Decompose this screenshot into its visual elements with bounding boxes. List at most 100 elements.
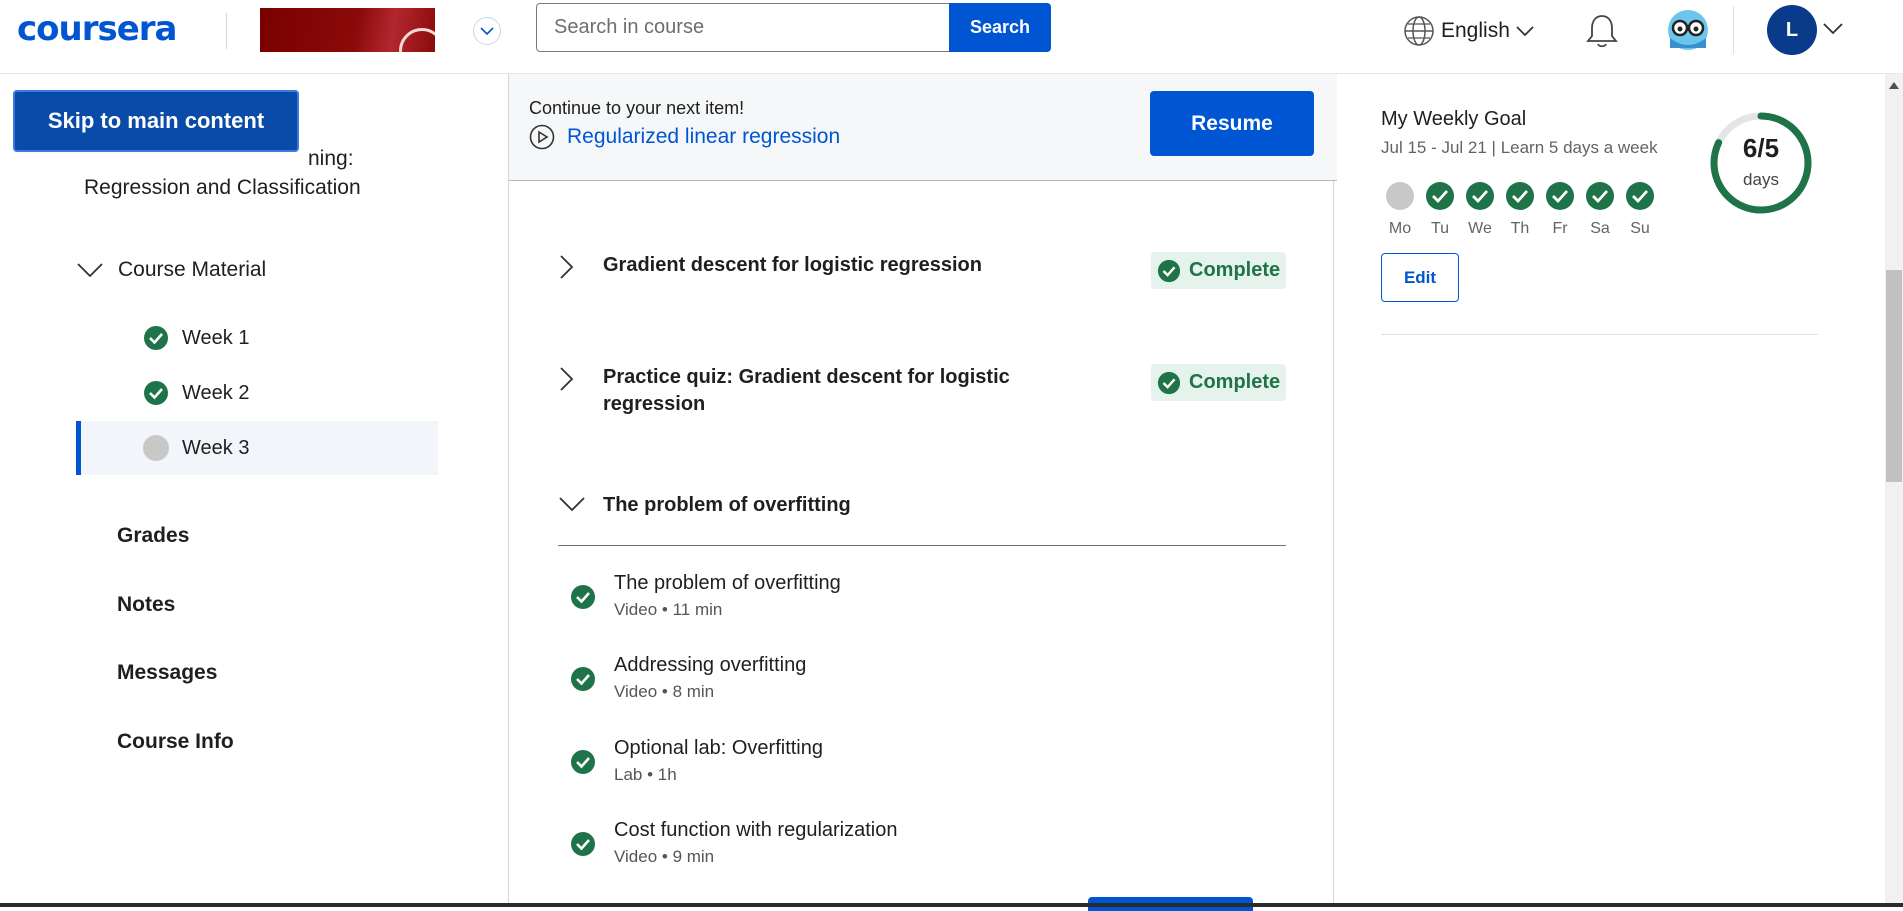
partner-logo[interactable] (260, 8, 435, 52)
day-label: Th (1510, 220, 1530, 237)
sidebar-item-notes[interactable]: Notes (117, 593, 175, 617)
item-meta: Lab • 1h (614, 765, 677, 784)
scrollbar-thumb[interactable] (1886, 270, 1902, 482)
resume-button[interactable]: Resume (1150, 91, 1314, 156)
day-label: Mo (1388, 220, 1412, 237)
course-title-partial: ning: (308, 147, 354, 170)
day-complete-check-icon (1426, 182, 1454, 210)
complete-label: Complete (1189, 259, 1281, 281)
complete-check-icon (570, 735, 614, 780)
list-item[interactable]: The problem of overfitting Video • 11 mi… (570, 570, 841, 620)
scroll-up-arrow-icon[interactable] (1889, 76, 1899, 94)
item-name: Addressing overfitting (614, 654, 807, 676)
chevron-down-icon (558, 492, 603, 517)
notifications-bell-icon[interactable] (1584, 12, 1620, 55)
day-complete-check-icon (1466, 182, 1494, 210)
complete-check-icon (1157, 259, 1181, 282)
complete-check-icon (1157, 371, 1181, 394)
search-button[interactable]: Search (949, 3, 1051, 52)
resume-banner: Continue to your next item! Regularized … (509, 74, 1337, 181)
user-avatar[interactable]: L (1767, 5, 1817, 55)
complete-check-icon (143, 325, 169, 357)
globe-icon (1404, 16, 1434, 46)
day-complete-check-icon (1626, 182, 1654, 210)
content-left-border (508, 74, 509, 907)
goal-progress-value: 6/5 (1742, 133, 1780, 163)
complete-badge: Complete (1151, 252, 1286, 289)
sidebar-item-week-3[interactable]: Week 3 (76, 421, 438, 475)
complete-check-icon (143, 380, 169, 412)
play-circle-icon (529, 124, 555, 150)
content-right-border (1333, 180, 1334, 907)
item-meta: Video • 9 min (614, 847, 715, 866)
panel-divider (1381, 334, 1818, 335)
complete-check-icon (570, 652, 614, 697)
section-title: The problem of overfitting (603, 494, 851, 516)
scrollbar[interactable] (1885, 74, 1903, 903)
partner-menu-chevron-icon[interactable] (473, 17, 501, 45)
day-complete-check-icon (1546, 182, 1574, 210)
header-divider (226, 13, 227, 49)
language-selector[interactable]: English (1403, 14, 1534, 48)
course-material-label: Course Material (118, 258, 267, 281)
course-title-line2: Regression and Classification (84, 176, 361, 199)
day-label: Sa (1590, 220, 1610, 237)
day-th: Th (1505, 181, 1535, 238)
item-meta: Video • 11 min (614, 600, 723, 619)
day-label: Fr (1552, 220, 1568, 237)
goal-progress-unit: days (1743, 170, 1779, 189)
week-label: Week 3 (182, 436, 250, 459)
user-menu-chevron-icon[interactable] (1823, 22, 1843, 40)
chevron-right-icon (558, 252, 603, 285)
day-complete-check-icon (1586, 182, 1614, 210)
weekly-goal-subtitle: Jul 15 - Jul 21 | Learn 5 days a week (1381, 138, 1658, 157)
item-name: Optional lab: Overfitting (614, 737, 823, 759)
search-input[interactable]: Search in course (536, 3, 950, 52)
lesson-row[interactable]: Practice quiz: Gradient descent for logi… (558, 364, 1053, 418)
complete-check-icon (570, 817, 614, 862)
week-label: Week 1 (182, 326, 250, 349)
coursera-logo[interactable]: coursera (17, 9, 177, 49)
top-header: coursera Search in course Search English (0, 0, 1903, 74)
incomplete-circle-icon (143, 435, 169, 467)
day-fr: Fr (1545, 181, 1575, 238)
item-name: The problem of overfitting (614, 572, 841, 594)
section-header[interactable]: The problem of overfitting (558, 492, 1053, 519)
window-bottom-edge (0, 903, 1903, 907)
day-mo: Mo (1385, 181, 1415, 238)
sidebar-item-week-1[interactable]: Week 1 (76, 311, 438, 365)
edit-goal-button[interactable]: Edit (1381, 253, 1459, 302)
day-su: Su (1625, 181, 1655, 238)
next-item-title: Regularized linear regression (567, 125, 841, 148)
list-item[interactable]: Addressing overfitting Video • 8 min (570, 652, 806, 702)
learner-mascot-icon[interactable] (1666, 8, 1710, 57)
next-item-link[interactable]: Regularized linear regression (529, 124, 840, 150)
language-label: English (1441, 19, 1510, 42)
day-we: We (1465, 181, 1495, 238)
weekly-goal-title: My Weekly Goal (1381, 108, 1527, 130)
sidebar-item-course-info[interactable]: Course Info (117, 730, 234, 754)
item-name: Cost function with regularization (614, 819, 898, 841)
week-label: Week 2 (182, 381, 250, 404)
list-item[interactable]: Cost function with regularization Video … (570, 817, 897, 867)
header-divider-right (1733, 6, 1734, 54)
list-item[interactable]: Optional lab: Overfitting Lab • 1h (570, 735, 823, 785)
sidebar-item-messages[interactable]: Messages (117, 661, 217, 685)
complete-check-icon (570, 570, 614, 615)
day-sa: Sa (1585, 181, 1615, 238)
day-label: Tu (1430, 220, 1450, 237)
course-material-toggle[interactable]: Course Material (76, 258, 266, 282)
day-complete-check-icon (1506, 182, 1534, 210)
item-meta: Video • 8 min (614, 682, 715, 701)
sidebar-item-grades[interactable]: Grades (117, 524, 189, 548)
lesson-title: Gradient descent for logistic regression (603, 254, 982, 276)
chevron-right-icon (558, 364, 603, 397)
sidebar-item-week-2[interactable]: Week 2 (76, 366, 438, 420)
lesson-title: Practice quiz: Gradient descent for logi… (603, 366, 1010, 415)
skip-to-main-content-button[interactable]: Skip to main content (13, 90, 299, 152)
day-label: We (1468, 220, 1492, 237)
day-tu: Tu (1425, 181, 1455, 238)
section-divider (558, 545, 1286, 546)
complete-label: Complete (1189, 371, 1281, 393)
lesson-row[interactable]: Gradient descent for logistic regression (558, 252, 1053, 285)
